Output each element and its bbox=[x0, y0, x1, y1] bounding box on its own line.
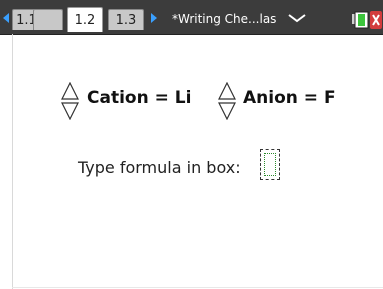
cation-label: Cation = Li bbox=[87, 88, 192, 108]
down-arrow-icon[interactable] bbox=[218, 102, 236, 120]
tab-gap-decoration bbox=[33, 9, 63, 30]
anion-slider[interactable] bbox=[217, 82, 237, 120]
tab-1-2[interactable]: 1.2 bbox=[67, 7, 103, 32]
up-arrow-icon[interactable] bbox=[218, 82, 236, 100]
formula-prompt: Type formula in box: bbox=[78, 158, 241, 177]
anion-label: Anion = F bbox=[243, 88, 336, 108]
battery-icon bbox=[352, 11, 382, 29]
formula-input[interactable] bbox=[260, 149, 280, 180]
cation-slider[interactable] bbox=[60, 82, 80, 120]
top-toolbar: 1.1 1.2 1.3 *Writing Che...las bbox=[0, 0, 383, 35]
chevron-down-icon[interactable] bbox=[287, 12, 307, 24]
down-arrow-icon[interactable] bbox=[61, 102, 79, 120]
right-arrow-icon[interactable] bbox=[151, 13, 157, 23]
formula-input-cursor[interactable] bbox=[264, 153, 276, 176]
up-arrow-icon[interactable] bbox=[61, 82, 79, 100]
tab-1-3[interactable]: 1.3 bbox=[108, 9, 144, 30]
page-frame-bottom bbox=[12, 287, 383, 288]
left-arrow-icon[interactable] bbox=[3, 13, 9, 23]
page-frame-left bbox=[12, 34, 13, 289]
document-title[interactable]: *Writing Che...las bbox=[172, 9, 276, 29]
